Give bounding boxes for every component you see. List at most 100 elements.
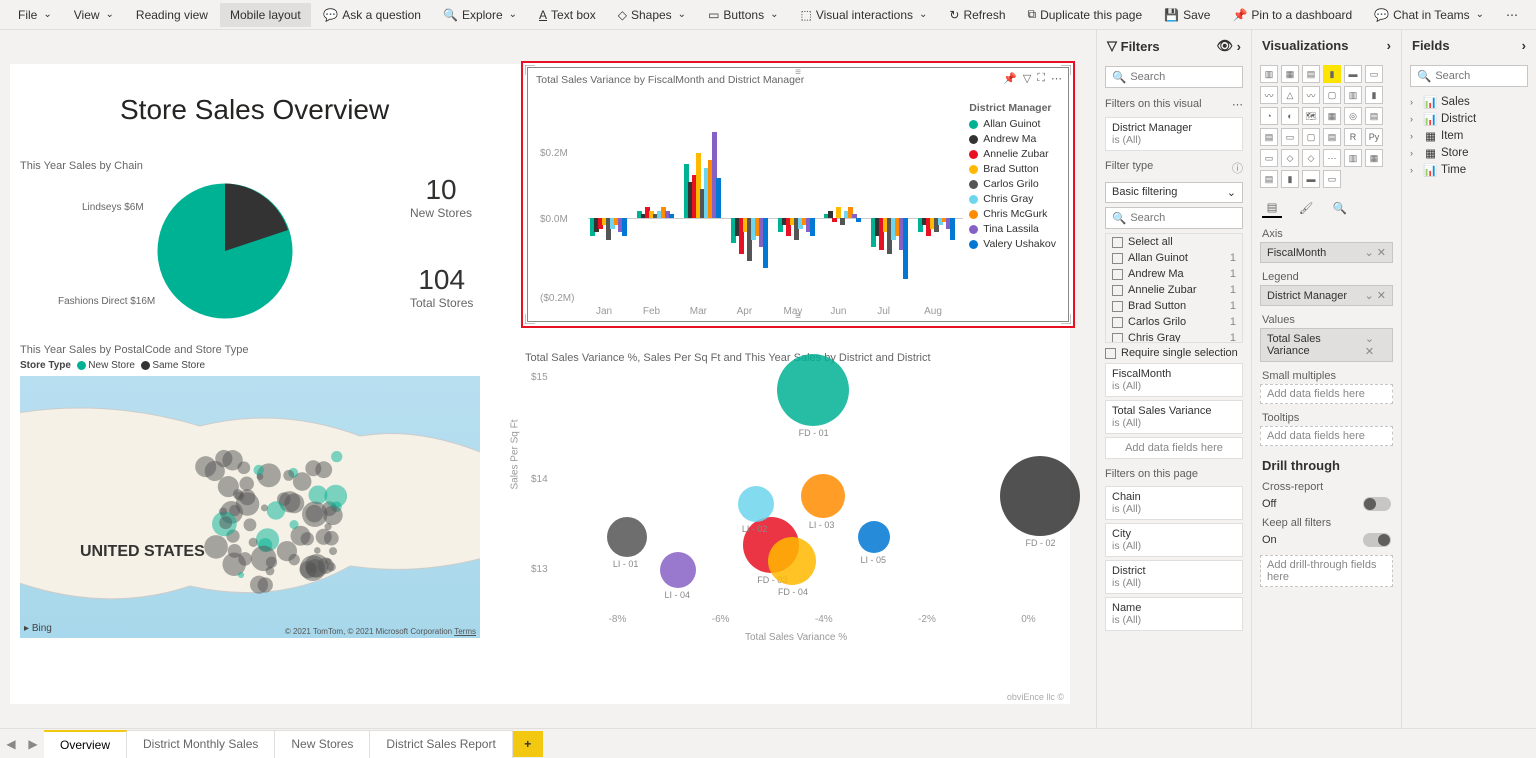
report-tab[interactable]: District Sales Report [370,730,512,758]
filter-type-dropdown[interactable]: Basic filtering⌄ [1105,182,1243,203]
bar[interactable] [828,211,833,218]
filter-card[interactable]: Cityis (All) [1105,523,1243,557]
viz-type-icon[interactable]: Py [1365,128,1383,146]
legend-item[interactable]: Andrew Ma [969,133,1056,145]
filter-card[interactable]: Chainis (All) [1105,486,1243,520]
viz-type-icon[interactable]: 〰 [1260,86,1278,104]
duplicate-page-button[interactable]: ⧉ Duplicate this page [1018,2,1153,27]
viz-type-icon[interactable]: ▮ [1365,86,1383,104]
field-table-row[interactable]: ›📊District [1406,110,1532,127]
viz-type-icon[interactable]: ▭ [1260,149,1278,167]
save-button[interactable]: 💾 Save [1154,3,1220,27]
viz-type-icon[interactable]: ◇ [1302,149,1320,167]
format-tab-icon[interactable]: 🖌 [1296,198,1316,218]
mobile-layout-button[interactable]: Mobile layout [220,3,311,27]
cross-report-toggle[interactable] [1363,497,1391,511]
viz-type-icon[interactable]: ▦ [1323,107,1341,125]
fields-search-input[interactable] [1435,70,1536,82]
viz-type-icon[interactable]: ▥ [1344,149,1362,167]
viz-type-icon[interactable]: 🗺 [1302,107,1320,125]
report-tab[interactable]: Overview [44,730,127,758]
bar[interactable] [669,214,674,218]
info-icon[interactable]: ⓘ [1232,160,1243,176]
resize-handle[interactable] [1061,65,1071,75]
filter-card[interactable]: Nameis (All) [1105,597,1243,631]
viz-type-icon[interactable]: ⋯ [1323,149,1341,167]
bar[interactable] [810,218,815,236]
kpi-new-stores[interactable]: 10 New Stores [410,174,472,220]
viz-type-icon[interactable]: R [1344,128,1362,146]
filter-checkbox-item[interactable]: Andrew Ma1 [1106,266,1242,282]
field-table-row[interactable]: ›📊Sales [1406,93,1532,110]
viz-type-icon[interactable]: ▤ [1260,128,1278,146]
visual-interactions-button[interactable]: ⬚ Visual interactions [791,3,938,27]
viz-type-icon[interactable]: ◎ [1344,107,1362,125]
viz-type-icon[interactable]: ▤ [1260,170,1278,188]
keep-filters-toggle[interactable] [1363,533,1391,547]
filter-values-search[interactable]: 🔍 [1105,207,1243,229]
scatter-bubble[interactable] [768,537,816,585]
viz-type-icon[interactable]: ▭ [1281,128,1299,146]
eye-icon[interactable]: 👁 [1217,38,1234,54]
view-menu[interactable]: View [64,3,124,27]
legend-item[interactable]: Brad Sutton [969,163,1056,175]
bar[interactable] [836,207,841,218]
viz-type-icon[interactable]: ▤ [1302,65,1320,83]
map-visual[interactable]: UNITED STATES ▸ Bing © 2021 TomTom, © 20… [20,376,480,638]
fields-tab-icon[interactable]: ▤ [1262,198,1282,218]
kpi-total-stores[interactable]: 104 Total Stores [410,264,473,310]
filter-checkbox-item[interactable]: Allan Guinot1 [1106,250,1242,266]
field-table-row[interactable]: ›▦Store [1406,144,1532,161]
viz-type-icon[interactable]: △ [1281,86,1299,104]
viz-type-icon[interactable]: ▤ [1323,128,1341,146]
filter-checkbox-item[interactable]: Carlos Grilo1 [1106,314,1242,330]
drill-through-well[interactable]: Add drill-through fields here [1260,555,1393,587]
filter-search[interactable]: 🔍 [1105,66,1243,88]
fields-search[interactable]: 🔍 [1410,65,1528,87]
collapse-icon[interactable]: › [1387,38,1391,53]
focus-icon[interactable]: ⛶ [1037,72,1045,85]
buttons-button[interactable]: ▭ Buttons [698,3,788,27]
viz-type-icon[interactable]: ▬ [1302,170,1320,188]
require-single-selection[interactable]: Require single selection [1105,347,1243,359]
viz-type-icon[interactable]: ▢ [1302,128,1320,146]
bar[interactable] [763,218,768,268]
filter-values-search-input[interactable] [1130,212,1251,224]
legend-item[interactable]: Annelie Zubar [969,148,1056,160]
bar[interactable] [950,218,955,240]
legend-item[interactable]: Chris Gray [969,193,1056,205]
chat-teams-button[interactable]: 💬 Chat in Teams [1364,3,1494,27]
viz-type-icon[interactable]: ▮ [1323,65,1341,83]
analytics-tab-icon[interactable]: 🔍 [1330,198,1350,218]
bar[interactable] [840,218,845,225]
filter-card-dm[interactable]: District Manageris (All) [1105,117,1243,151]
bar[interactable] [716,178,721,218]
file-menu[interactable]: File [8,3,62,27]
report-tab[interactable]: New Stores [275,730,370,758]
bar[interactable] [622,218,627,236]
viz-type-icon[interactable]: ◇ [1281,149,1299,167]
legend-item[interactable]: Carlos Grilo [969,178,1056,190]
pin-icon[interactable]: 📌 [1003,72,1017,85]
legend-well[interactable]: District Manager⌄ ✕ [1260,285,1393,306]
filter-search-input[interactable] [1130,71,1251,83]
collapse-icon[interactable]: › [1522,38,1526,53]
add-visual-filter[interactable]: Add data fields here [1105,437,1243,459]
resize-handle[interactable] [525,314,535,324]
viz-type-icon[interactable]: ▮ [1281,170,1299,188]
report-tab[interactable]: District Monthly Sales [127,730,275,758]
axis-well[interactable]: FiscalMonth⌄ ✕ [1260,242,1393,263]
tooltips-well[interactable]: Add data fields here [1260,426,1393,446]
filter-checkbox-item[interactable]: Annelie Zubar1 [1106,282,1242,298]
refresh-button[interactable]: ↻ Refresh [939,3,1015,27]
more-button[interactable]: ⋯ [1496,3,1528,27]
viz-type-icon[interactable]: 〰 [1302,86,1320,104]
report-canvas[interactable]: Store Sales Overview This Year Sales by … [10,64,1070,704]
text-box-button[interactable]: A Text box [529,3,606,27]
resize-handle[interactable] [1061,314,1071,324]
viz-type-icon[interactable]: ▬ [1344,65,1362,83]
more-icon[interactable]: ⋯ [1232,98,1243,111]
add-page-button[interactable]: + [513,731,543,757]
scatter-bubble[interactable] [607,517,647,557]
scatter-bubble[interactable] [777,354,849,426]
